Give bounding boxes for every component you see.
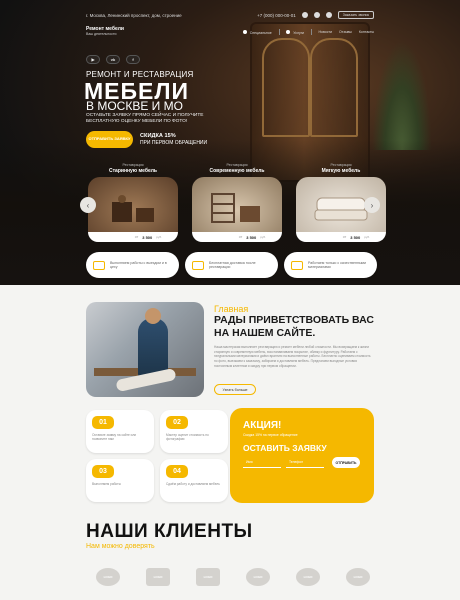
client-logo: LOGO (346, 568, 370, 586)
promo-block: АКЦИЯ! Скидка 15% на первое обращение ОС… (230, 408, 374, 503)
carousel-next-button[interactable]: › (364, 197, 380, 213)
phone-input[interactable]: Телефон (286, 457, 324, 468)
client-logo: LOGO (96, 568, 120, 586)
clients-subtitle: Нам можно доверять (86, 543, 155, 550)
step-card: 01 Оставьте заявку на сайте или позвонит… (86, 410, 154, 453)
plant-image (372, 40, 432, 150)
whatsapp-icon[interactable] (301, 12, 308, 18)
discount-note: СКИДКА 15% ПРИ ПЕРВОМ ОБРАЩЕНИИ (140, 133, 208, 146)
client-logo: LOGO (146, 568, 170, 586)
callback-button[interactable]: Заказать звонок (337, 11, 374, 19)
facebook-icon[interactable]: f (126, 55, 140, 64)
carousel-prev-button[interactable]: ‹ (80, 197, 96, 213)
send-request-button[interactable]: ОТПРАВИТЬ ЗАЯВКУ (86, 131, 133, 148)
about-title: РАДЫ ПРИВЕТСТВОВАТЬ ВАС НА НАШЕМ САЙТЕ. (214, 314, 375, 340)
client-logos: LOGO LOGO LOGO LOGO LOGO LOGO (96, 568, 370, 586)
main-nav: Специальное Услуги Новости Отзывы Контак… (242, 29, 374, 35)
steps-grid: 01 Оставьте заявку на сайте или позвонит… (86, 410, 228, 502)
promo-title: АКЦИЯ! (243, 420, 282, 431)
promo-cta: ОСТАВИТЬ ЗАЯВКУ (243, 443, 327, 453)
about-kicker: Главная (214, 304, 249, 314)
learn-more-button[interactable]: Узнать больше (214, 384, 256, 395)
hero-section: г. Москва, Ленинский проспект, дом, стро… (0, 0, 460, 285)
header: Ремонт мебели Ваш деятельности Специальн… (86, 26, 374, 38)
features-row: Выполняем работы с выездом и в цеху Бесп… (86, 252, 377, 278)
client-logo: LOGO (296, 568, 320, 586)
delivery-icon (192, 260, 204, 270)
client-logo: LOGO (196, 568, 220, 586)
youtube-icon[interactable]: ▶ (86, 55, 100, 64)
feature-item: Бесплатная доставка после реставрации (185, 252, 278, 278)
van-icon (93, 260, 105, 270)
promo-submit-button[interactable]: ОТПРАВИТЬ (332, 457, 360, 468)
phone-number[interactable]: +7 (000) 000-00-01 (257, 13, 296, 18)
quality-icon (291, 260, 303, 270)
promo-form: Имя Телефон ОТПРАВИТЬ (243, 457, 361, 468)
nav-item-reviews[interactable]: Отзывы (339, 30, 352, 34)
topbar: г. Москва, Ленинский проспект, дом, стро… (86, 10, 374, 20)
telegram-icon[interactable] (313, 12, 320, 18)
about-photo (86, 302, 204, 397)
category-card-modern[interactable]: Реставрация Современную мебель от 3 500 ру… (192, 163, 282, 242)
feature-item: Работаем только с качественными материал… (284, 252, 377, 278)
social-links: ▶ vk f (86, 55, 140, 64)
name-input[interactable]: Имя (243, 457, 281, 468)
promo-subtitle: Скидка 15% на первое обращение (243, 433, 298, 437)
viber-icon[interactable] (325, 12, 332, 18)
vk-icon[interactable]: vk (106, 55, 120, 64)
nav-item-news[interactable]: Новости (318, 30, 332, 34)
nav-item-contacts[interactable]: Контакты (359, 30, 374, 34)
feature-item: Выполняем работы с выездом и в цеху (86, 252, 179, 278)
step-card: 02 Мастер оценит стоимость по фотографии (160, 410, 228, 453)
site-logo[interactable]: Ремонт мебели Ваш деятельности (86, 27, 124, 36)
category-cards: Реставрация Старинную мебель от 3 500 руб.… (88, 163, 386, 242)
about-text: Наша мастерская выполняет реставрацию и … (214, 345, 371, 368)
nav-item-special[interactable]: Специальное (242, 29, 272, 35)
category-card-antique[interactable]: Реставрация Старинную мебель от 3 500 руб. (88, 163, 178, 242)
hero-description: ОСТАВЬТЕ ЗАЯВКУ ПРЯМО СЕЙЧАС И ПОЛУЧИТЕ … (86, 113, 204, 124)
nav-item-services[interactable]: Услуги (286, 29, 304, 35)
client-logo: LOGO (246, 568, 270, 586)
step-card: 04 Сдаём работу и доставляем мебель (160, 459, 228, 502)
hero-title-sub: В МОСКВЕ И МО (86, 99, 183, 113)
address: г. Москва, Ленинский проспект, дом, стро… (86, 12, 182, 18)
step-card: 03 Выполняем работы (86, 459, 154, 502)
clients-title: НАШИ КЛИЕНТЫ (86, 521, 253, 542)
